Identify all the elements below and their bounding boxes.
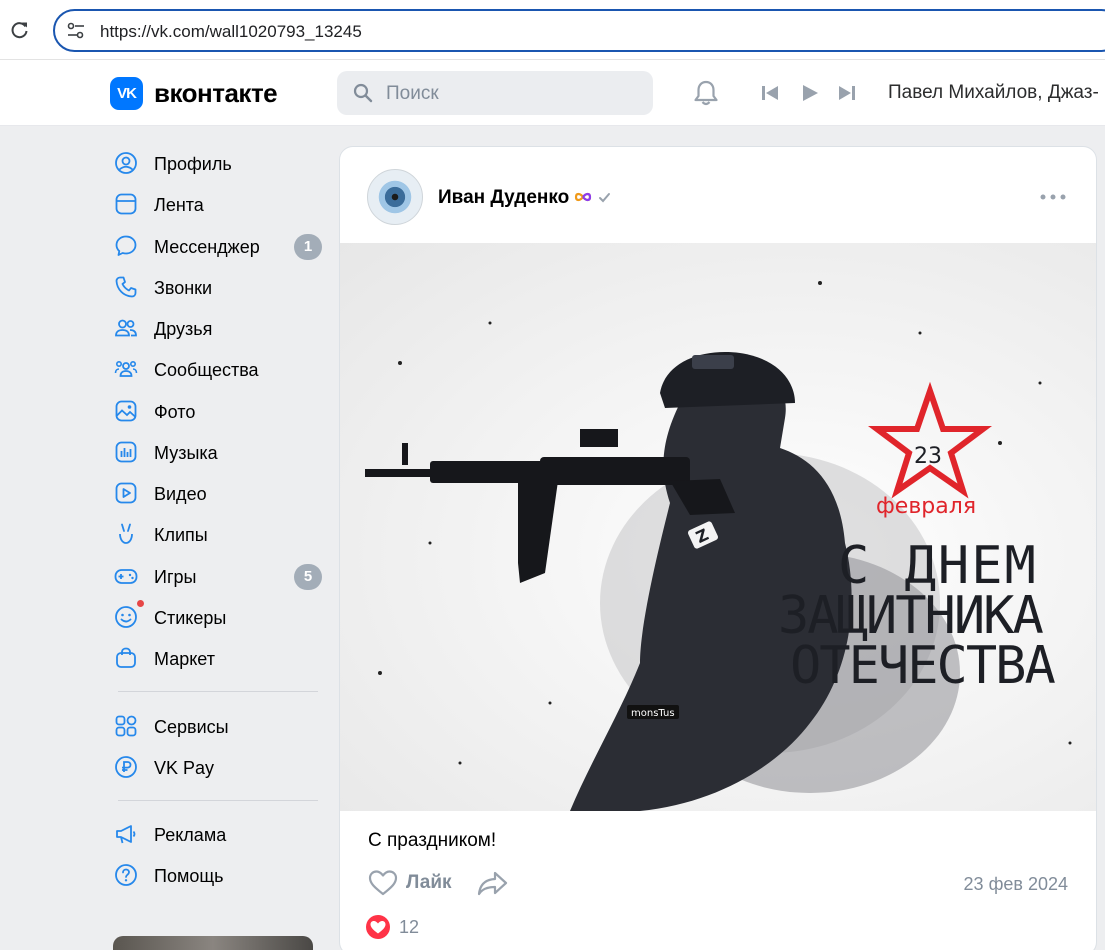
sidebar-item-vkpay[interactable]: VK Pay: [110, 748, 325, 784]
post-image[interactable]: Z monsTus 23 февраля С ДНЕМ ЗАЩИТНИКА ОТ…: [340, 243, 1096, 811]
notifications-bell-icon[interactable]: [692, 79, 720, 107]
sidebar-item-clips[interactable]: Клипы: [110, 515, 325, 551]
stickers-icon: [115, 606, 137, 628]
friends-icon: [115, 319, 137, 337]
reaction-count: 12: [399, 917, 420, 937]
site-settings-icon[interactable]: [67, 22, 85, 40]
sidebar-item-market[interactable]: Маркет: [110, 639, 325, 675]
sidebar-item-label: Лента: [154, 195, 204, 215]
sidebar-item-label: Фото: [154, 402, 196, 422]
sidebar-item-label: Профиль: [154, 154, 232, 174]
sidebar-item-messenger[interactable]: Мессенджер 1: [110, 227, 325, 263]
phone-icon: [115, 276, 137, 298]
games-badge: 5: [294, 564, 322, 590]
new-stickers-dot: [136, 599, 145, 608]
author-name[interactable]: Иван Дуденко: [438, 187, 569, 209]
author-avatar[interactable]: [367, 169, 423, 225]
red-star-icon: [868, 381, 992, 499]
image-watermark: monsTus: [631, 708, 675, 719]
post-text: С праздником!: [368, 830, 497, 851]
sidebar-item-communities[interactable]: Сообщества: [110, 350, 325, 386]
music-icon: [115, 441, 137, 463]
reload-icon[interactable]: [10, 20, 30, 40]
prometheus-verified-badges-icon: [574, 192, 610, 203]
sidebar-item-label: Сообщества: [154, 360, 259, 380]
defender-day-illustration: Z monsTus 23 февраля С ДНЕМ ЗАЩИТНИКА ОТ…: [365, 281, 1072, 811]
profile-icon: [115, 152, 137, 174]
sidebar-item-ads[interactable]: Реклама: [110, 815, 325, 851]
search-icon: [353, 83, 373, 103]
sidebar-promo-thumbnail[interactable]: [113, 936, 313, 950]
sidebar-item-label: Музыка: [154, 443, 218, 463]
next-track-icon[interactable]: [837, 83, 857, 103]
sidebar-item-games[interactable]: Игры 5: [110, 557, 325, 593]
sidebar-item-label: Игры: [154, 567, 197, 587]
play-icon[interactable]: [800, 83, 820, 103]
photo-icon: [115, 400, 137, 422]
sidebar-item-label: Клипы: [154, 525, 208, 545]
sidebar-item-label: Видео: [154, 484, 207, 504]
browser-toolbar: https://vk.com/wall1020793_13245: [0, 0, 1105, 60]
like-button[interactable]: Лайк: [368, 865, 464, 901]
greeting-line-3: ОТЕЧЕСТВА: [790, 636, 1055, 696]
sidebar-item-label: Маркет: [154, 649, 215, 669]
like-label: Лайк: [406, 872, 452, 893]
now-playing-track[interactable]: Павел Михайлов, Джаз-: [888, 82, 1105, 104]
sidebar-item-help[interactable]: Помощь: [110, 856, 325, 892]
vkpay-icon: [115, 756, 137, 778]
sidebar-item-video[interactable]: Видео: [110, 474, 325, 510]
feed-icon: [115, 193, 137, 215]
sidebar-item-services[interactable]: Сервисы: [110, 707, 325, 743]
vk-logo-icon[interactable]: VK: [110, 77, 143, 110]
services-icon: [115, 715, 137, 737]
sidebar-divider: [118, 800, 318, 801]
address-bar[interactable]: https://vk.com/wall1020793_13245: [53, 9, 1105, 52]
search-input[interactable]: Поиск: [386, 83, 439, 105]
sidebar-item-photo[interactable]: Фото: [110, 392, 325, 428]
sidebar-item-music[interactable]: Музыка: [110, 433, 325, 469]
wall-post: Иван Дуденко Z monsTus 23 февраля С ДНЕМ…: [339, 146, 1097, 950]
star-date-number: 23: [914, 444, 942, 469]
sidebar-item-feed[interactable]: Лента: [110, 185, 325, 221]
sidebar-item-label: Звонки: [154, 278, 213, 298]
sidebar-item-profile[interactable]: Профиль: [110, 144, 325, 180]
games-icon: [114, 569, 138, 584]
market-icon: [116, 647, 136, 668]
sidebar-item-calls[interactable]: Звонки: [110, 268, 325, 304]
sidebar-item-label: VK Pay: [154, 758, 215, 778]
sidebar-item-label: Сервисы: [154, 717, 229, 737]
red-heart-reaction-icon: [366, 915, 390, 939]
sidebar-item-label: Стикеры: [154, 608, 227, 628]
unread-badge: 1: [294, 234, 322, 260]
megaphone-icon: [116, 825, 136, 844]
sidebar-item-label: Реклама: [154, 825, 227, 845]
sidebar-item-label: Друзья: [154, 319, 213, 339]
reactions-summary[interactable]: 12: [366, 913, 446, 941]
more-options-icon[interactable]: [1040, 194, 1066, 200]
site-header: VK вконтакте Поиск Павел Михайлов, Джаз-: [0, 60, 1105, 126]
search-box[interactable]: Поиск: [337, 71, 653, 115]
star-month: февраля: [876, 494, 976, 519]
sidebar-divider: [118, 691, 318, 692]
sidebar-item-label: Помощь: [154, 866, 224, 886]
clips-icon: [119, 523, 133, 544]
vk-wordmark[interactable]: вконтакте: [154, 78, 278, 109]
heart-outline-icon: [368, 870, 398, 896]
sidebar-item-label: Мессенджер: [154, 237, 260, 257]
communities-icon: [114, 361, 138, 377]
url-text[interactable]: https://vk.com/wall1020793_13245: [100, 22, 362, 42]
post-date[interactable]: 23 фев 2024: [964, 874, 1068, 895]
messenger-icon: [115, 235, 137, 256]
sidebar-item-friends[interactable]: Друзья: [110, 309, 325, 345]
sidebar-item-stickers[interactable]: Стикеры: [110, 598, 325, 634]
share-icon[interactable]: [477, 869, 509, 897]
video-icon: [115, 482, 137, 504]
help-icon: [115, 864, 137, 886]
previous-track-icon[interactable]: [760, 83, 780, 103]
